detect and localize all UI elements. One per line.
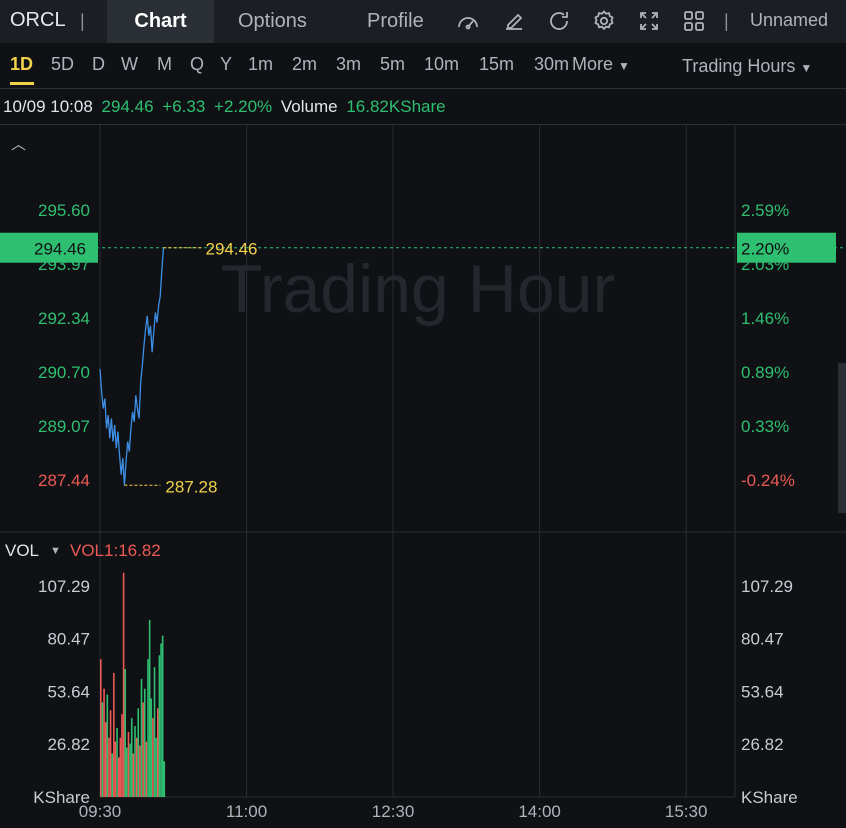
price-axis-label: 290.70 (38, 363, 90, 382)
volume-bar (137, 708, 140, 797)
volume-bar (152, 718, 154, 797)
side-panel-handle[interactable] (838, 363, 846, 513)
volume-axis-label: 53.64 (47, 682, 90, 701)
volume-bar (129, 743, 131, 797)
volume-bar (127, 731, 130, 797)
volume-unit-label: KShare (33, 788, 90, 807)
high-annotation-label: 294.46 (206, 240, 258, 259)
volume-bar (140, 678, 143, 797)
pct-axis-label: 1.46% (741, 309, 789, 328)
volume-axis-label: 107.29 (741, 577, 793, 596)
volume-bar (143, 688, 146, 797)
price-axis-label: 287.44 (38, 471, 90, 490)
volume-bar (117, 757, 120, 797)
volume-axis-label: 80.47 (47, 630, 90, 649)
volume-indicator-value: VOL1:16.82 (70, 541, 161, 560)
volume-bar (160, 643, 162, 797)
price-chart[interactable]: 09:30 11:00 12:30 14:00 15:30Trading Hour295… (0, 0, 846, 828)
price-axis-label: 289.07 (38, 417, 90, 436)
volume-bar (130, 718, 133, 797)
volume-bar (101, 702, 104, 797)
volume-bar (122, 572, 125, 797)
low-annotation-label: 287.28 (165, 477, 217, 496)
volume-bar (116, 727, 118, 797)
volume-axis-label: 80.47 (741, 630, 784, 649)
pct-axis-label: 2.59% (741, 201, 789, 220)
volume-unit-label: KShare (741, 788, 798, 807)
current-price-label: 294.46 (34, 240, 86, 259)
volume-bar (148, 619, 151, 797)
volume-axis-label: 107.29 (38, 577, 90, 596)
volume-axis-label: 26.82 (741, 735, 784, 754)
price-series-line (99, 247, 165, 486)
volume-axis-label: 26.82 (47, 735, 90, 754)
pct-axis-label: 0.89% (741, 363, 789, 382)
time-tick-label: 14:00 (518, 802, 561, 821)
volume-bar (142, 702, 144, 797)
volume-bar (135, 737, 138, 797)
volume-bar (109, 710, 112, 797)
volume-bar (153, 667, 156, 797)
volume-bar (124, 669, 127, 797)
caret-down-icon[interactable]: ▼ (50, 545, 61, 557)
time-tick-label: 15:30 (665, 802, 708, 821)
volume-bar (139, 745, 141, 797)
watermark: Trading Hour (221, 251, 615, 327)
volume-bar (104, 722, 107, 797)
volume-bar (111, 753, 113, 797)
volume-bar (158, 655, 161, 797)
volume-bar (161, 635, 164, 797)
pct-axis-label: 0.33% (741, 417, 789, 436)
volume-bar (134, 725, 136, 797)
volume-bar (114, 741, 117, 797)
pct-axis-label: -0.24% (741, 471, 795, 490)
volume-bar (103, 688, 105, 797)
time-tick-label: 11:00 (226, 802, 267, 821)
volume-axis-label: 53.64 (741, 682, 784, 701)
price-axis-label: 295.60 (38, 201, 90, 220)
volume-bar (119, 737, 122, 797)
volume-bar (150, 698, 153, 797)
volume-bar (147, 659, 149, 797)
time-tick-label: 12:30 (372, 802, 415, 821)
volume-bar (100, 659, 102, 797)
volume-bar (126, 747, 128, 797)
volume-bar (145, 741, 148, 797)
volume-indicator-label[interactable]: VOL (5, 541, 39, 561)
volume-bar (113, 672, 115, 797)
price-axis-label: 292.34 (38, 309, 90, 328)
volume-bar (163, 761, 166, 797)
volume-bar (106, 694, 109, 797)
volume-bar (132, 753, 135, 797)
volume-bar (156, 708, 159, 797)
volume-bar (155, 737, 157, 797)
current-pct-label: 2.20% (741, 240, 789, 259)
volume-bar (121, 714, 123, 797)
volume-bar (108, 737, 110, 797)
